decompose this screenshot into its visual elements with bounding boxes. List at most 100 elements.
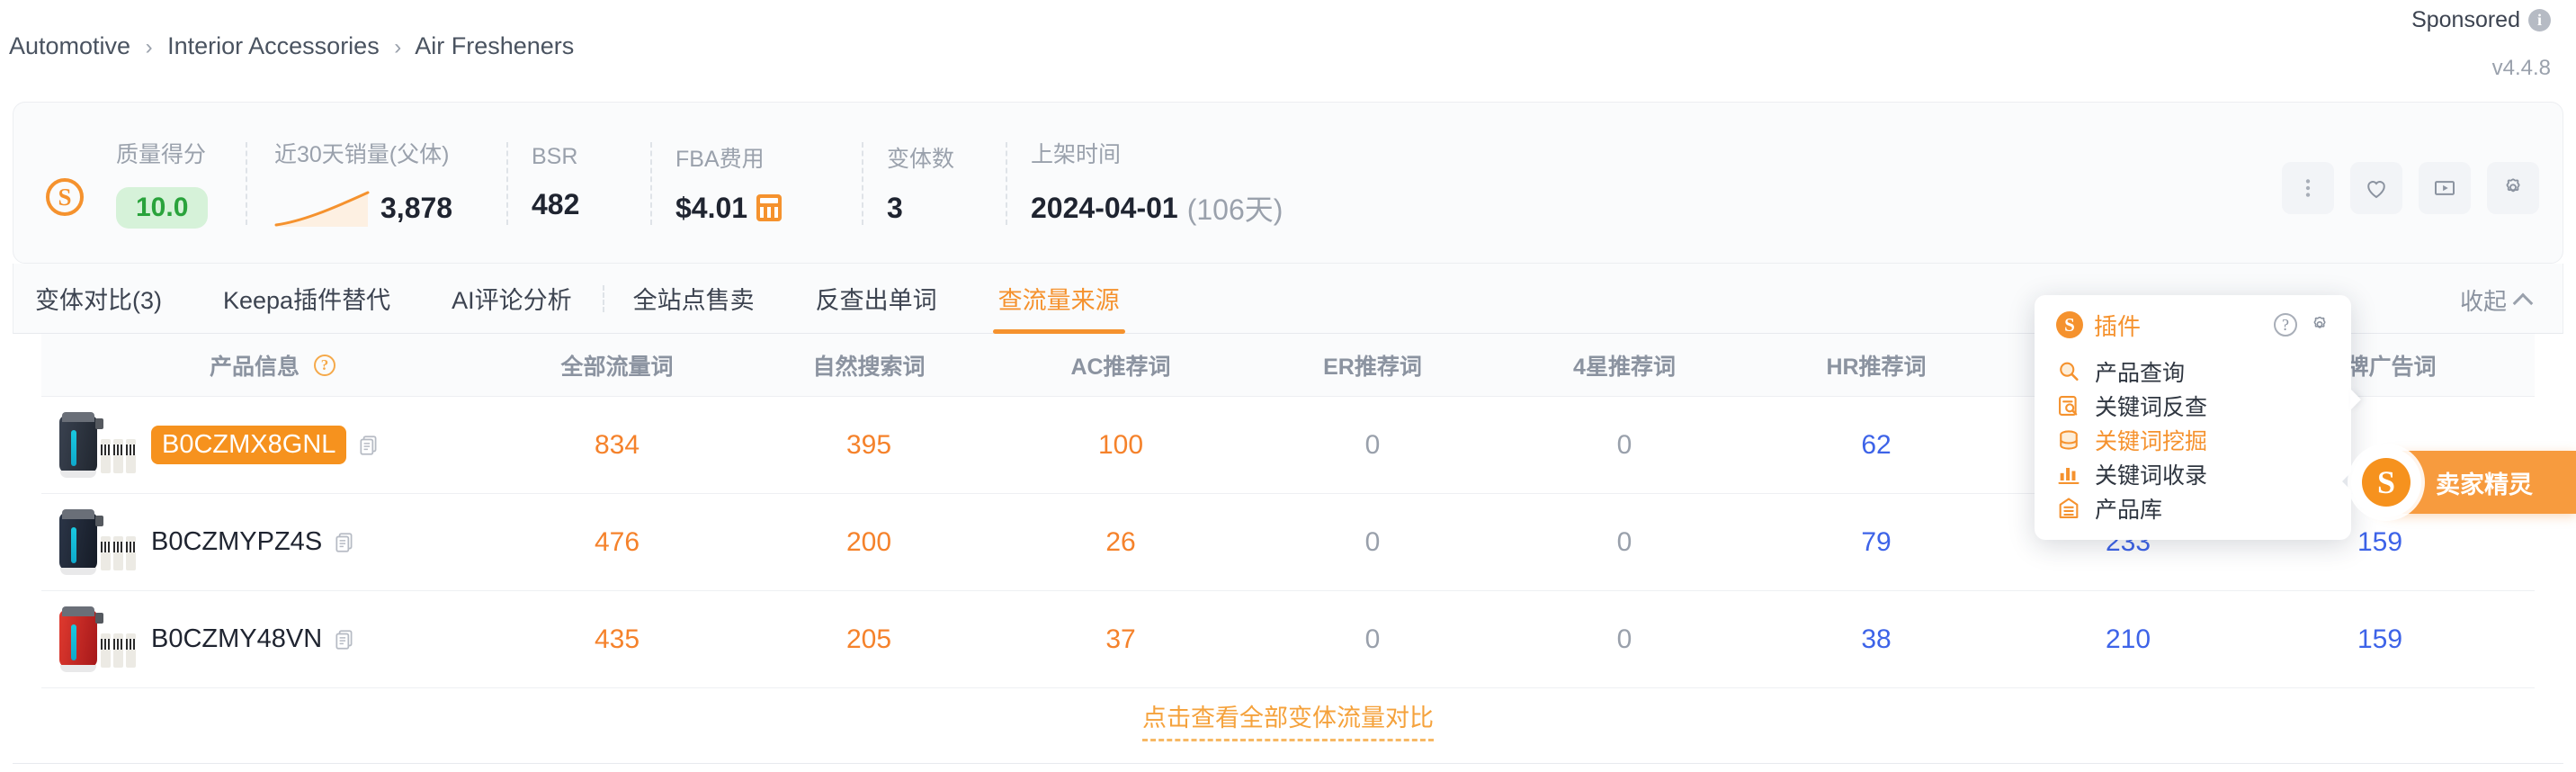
settings-button[interactable]	[2487, 162, 2539, 214]
breadcrumb-separator: ›	[145, 35, 153, 59]
organic-value[interactable]: 395	[743, 430, 995, 461]
menu-item-label: 关键词挖掘	[2095, 429, 2208, 454]
menu-item-keyword-mining[interactable]: 关键词挖掘	[2035, 423, 2351, 457]
brand-ads-value[interactable]: 159	[2254, 624, 2506, 655]
diffuser-image	[59, 411, 103, 478]
menu-item-product-query[interactable]: 产品查询	[2035, 355, 2351, 389]
copy-icon[interactable]	[357, 433, 380, 458]
metric-value: $4.01	[675, 191, 783, 225]
copy-icon[interactable]	[333, 530, 356, 555]
ac-value[interactable]: 26	[995, 527, 1247, 558]
metric-value: 10.0	[116, 187, 209, 229]
document-search-icon	[2059, 396, 2078, 416]
column-header-ac: AC推荐词	[1070, 354, 1171, 380]
all-traffic-value[interactable]: 435	[491, 624, 743, 655]
column-header-star4: 4星推荐词	[1573, 354, 1676, 380]
top-bar: Automotive › Interior Accessories › Air …	[0, 0, 2576, 94]
table-row[interactable]: B0CZMY48VN 435 205 37 0 0 38 210 159	[41, 591, 2535, 688]
seller-sprite-float-badge[interactable]: S 卖家精灵	[2342, 447, 2576, 517]
fba-fee-value: $4.01	[675, 191, 748, 224]
favorite-button[interactable]	[2350, 162, 2402, 214]
breadcrumb-item-0[interactable]: Automotive	[9, 32, 130, 59]
all-traffic-value[interactable]: 834	[491, 430, 743, 461]
info-icon[interactable]: i	[2528, 9, 2551, 31]
ac-value[interactable]: 37	[995, 624, 1247, 655]
menu-item-label: 关键词收录	[2095, 463, 2208, 489]
metric-label: FBA费用	[675, 146, 765, 172]
tab-global-sites[interactable]: 全站点售卖	[602, 264, 785, 334]
app-root: Automotive › Interior Accessories › Air …	[0, 0, 2576, 772]
metric-sales-30d: 近30天销量(父体) 3,878	[247, 103, 508, 263]
menu-item-product-library[interactable]: 产品库	[2035, 491, 2351, 525]
badge-label: 卖家精灵	[2436, 471, 2533, 498]
breadcrumb: Automotive › Interior Accessories › Air …	[9, 32, 574, 60]
asin-label[interactable]: B0CZMY48VN	[151, 624, 356, 654]
all-traffic-value[interactable]: 476	[491, 527, 743, 558]
organic-value[interactable]: 200	[743, 527, 995, 558]
metric-variation-count: 变体数 3	[863, 103, 1007, 263]
asin-label[interactable]: B0CZMYPZ4S	[151, 527, 356, 557]
breadcrumb-item-1[interactable]: Interior Accessories	[167, 32, 380, 59]
question-icon[interactable]: ?	[2274, 313, 2297, 337]
column-header-er: ER推荐词	[1323, 354, 1422, 380]
calculator-icon[interactable]	[756, 194, 783, 221]
metric-label: 上架时间	[1031, 142, 1122, 167]
hr-value[interactable]: 62	[1750, 430, 2002, 461]
sp-value[interactable]: 210	[2002, 624, 2254, 655]
menu-item-keyword-reverse[interactable]: 关键词反查	[2035, 389, 2351, 423]
version-label: v4.4.8	[2491, 56, 2551, 80]
more-options-button[interactable]	[2282, 162, 2334, 214]
collapse-label: 收起	[2459, 288, 2507, 315]
dropdown-title: 插件	[2094, 312, 2142, 340]
metric-value: 3	[887, 191, 903, 224]
sales-trend-sparkline	[274, 191, 370, 227]
product-thumbnail	[54, 411, 137, 479]
tab-label: 查流量来源	[997, 287, 1120, 314]
video-icon	[2435, 181, 2455, 195]
er-value: 0	[1364, 429, 1381, 460]
plugin-dropdown-menu: S 插件 ? 产品查询 关键词反查 关键词挖掘 关键词收录 产品库	[2035, 295, 2361, 540]
product-cell: B0CZMY48VN	[41, 606, 491, 673]
refill-vials	[101, 535, 136, 570]
tab-label: 全站点售卖	[632, 287, 755, 314]
tab-variation-compare[interactable]: 变体对比(3)	[13, 264, 192, 334]
menu-item-label: 关键词反查	[2095, 395, 2208, 420]
metric-value: 2024-04-01 (106天)	[1031, 187, 1283, 229]
tab-label: Keepa插件替代	[223, 287, 391, 314]
launch-date-value: 2024-04-01	[1031, 191, 1178, 224]
hr-value[interactable]: 79	[1750, 527, 2002, 558]
ac-value[interactable]: 100	[995, 430, 1247, 461]
tab-ai-review-analysis[interactable]: AI评论分析	[421, 264, 603, 334]
asin-text: B0CZMYPZ4S	[151, 527, 323, 556]
breadcrumb-item-2[interactable]: Air Fresheners	[415, 32, 574, 59]
organic-value[interactable]: 205	[743, 624, 995, 655]
view-all-variations-link[interactable]: 点击查看全部变体流量对比	[1142, 698, 1434, 741]
collapse-button[interactable]: 收起	[2459, 283, 2534, 317]
hr-value[interactable]: 38	[1750, 624, 2002, 655]
seller-sprite-logo-icon: S	[2351, 447, 2421, 517]
heart-icon	[2367, 181, 2385, 199]
metric-label: 变体数	[887, 146, 955, 172]
er-value: 0	[1364, 526, 1381, 557]
column-header-hr: HR推荐词	[1826, 354, 1927, 380]
menu-item-keyword-index[interactable]: 关键词收录	[2035, 457, 2351, 491]
menu-item-label: 产品库	[2095, 498, 2163, 523]
tab-keepa-replacement[interactable]: Keepa插件替代	[192, 264, 421, 334]
video-button[interactable]	[2419, 162, 2471, 214]
logo-letter: S	[2362, 458, 2411, 507]
warehouse-icon	[2059, 498, 2079, 518]
copy-icon[interactable]	[333, 627, 356, 652]
er-value: 0	[1364, 624, 1381, 654]
metric-value: 482	[532, 188, 580, 220]
gear-icon[interactable]	[2308, 313, 2331, 337]
tab-traffic-source[interactable]: 查流量来源	[968, 264, 1150, 334]
tab-reverse-keywords[interactable]: 反查出单词	[785, 264, 968, 334]
metric-label: 质量得分	[116, 142, 207, 167]
help-icon[interactable]: ?	[314, 354, 335, 376]
column-label: 产品信息	[209, 354, 300, 380]
database-icon	[2060, 430, 2078, 450]
asin-label[interactable]: B0CZMX8GNL	[151, 426, 380, 464]
bar-chart-icon	[2058, 468, 2080, 484]
star4-value: 0	[1616, 429, 1632, 460]
breadcrumb-separator: ›	[394, 35, 402, 59]
